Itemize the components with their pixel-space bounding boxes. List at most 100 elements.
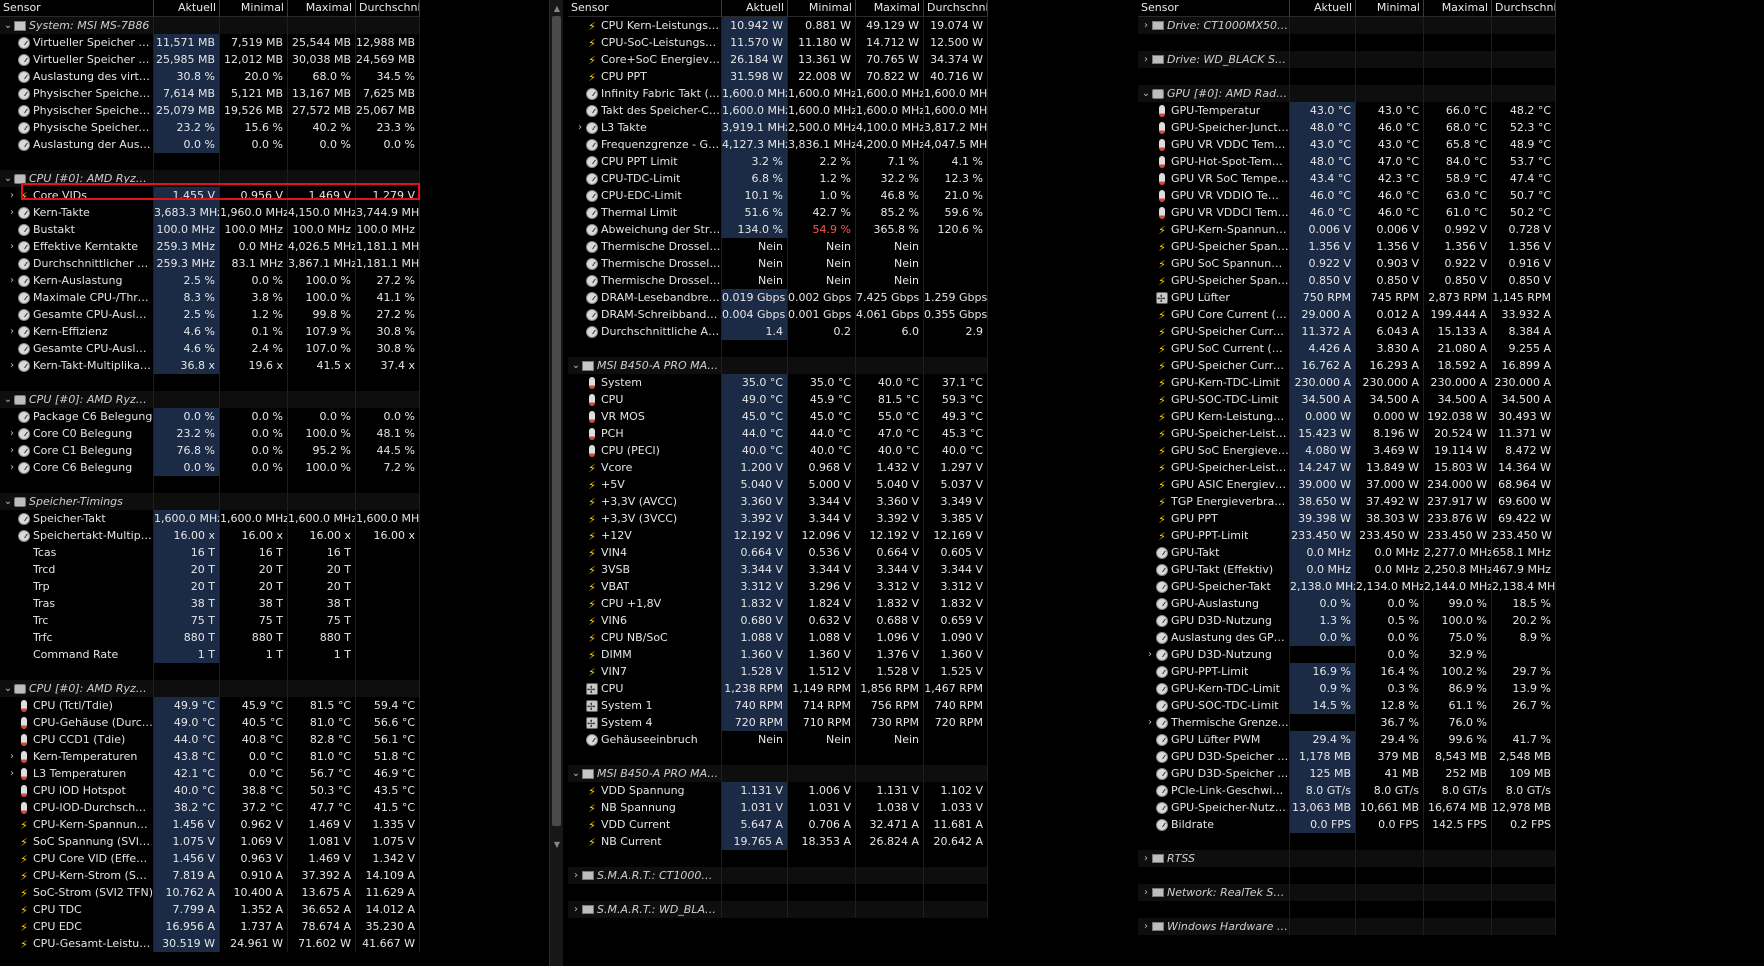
sensor-name-cell[interactable]: SoC-Strom (SVI2 TFN)	[0, 884, 154, 901]
sensor-row[interactable]: Tras 38 T 38 T 38 T	[0, 595, 420, 612]
sensor-name-cell[interactable]: › Drive: CT1000MX500SS...	[1138, 17, 1290, 34]
sensor-name-cell[interactable]: NB Spannung	[568, 799, 722, 816]
sensor-name-cell[interactable]: › Core C6 Belegung	[0, 459, 154, 476]
sensor-row[interactable]: CPU-Gehäuse (Durchsch...49.0 °C40.5 °C81…	[0, 714, 420, 731]
sensor-row[interactable]: GPU-Speicher-Nutzung 13,063 MB 10,661 MB 16…	[1138, 799, 1556, 816]
sensor-group-row[interactable]: ⌄ Speicher-Timings	[0, 493, 420, 510]
sensor-name-cell[interactable]: Thermische Drosselung (...	[568, 272, 722, 289]
column-header-durchschnitt[interactable]: Durchschnitt	[1492, 0, 1556, 16]
column-header-aktuell[interactable]: Aktuell	[1290, 0, 1356, 16]
sensor-row[interactable]: VBAT3.312 V3.296 V3.312 V3.312 V	[568, 578, 988, 595]
sensor-row[interactable]: GPU D3D-Speicher dedizi...1,178 MB379 MB…	[1138, 748, 1556, 765]
sensor-row[interactable]: GPU-SOC-TDC-Limit 14.5 % 12.8 % 61.1 % 26.7 …	[1138, 697, 1556, 714]
sensor-row[interactable]: Speicher-Takt 1,600.0 MHz 1,600.0 MHz 1,600…	[0, 510, 420, 527]
sensor-group-row[interactable]: ⌄ CPU [#0]: AMD Ryzen 5 ...	[0, 680, 420, 697]
sensor-name-cell[interactable]: SoC Spannung (SVI2 TFN)	[0, 833, 154, 850]
sensor-name-cell[interactable]: GPU-Kern-Spannung (VD...	[1138, 221, 1290, 238]
sensor-name-cell[interactable]: › L3 Temperaturen	[0, 765, 154, 782]
sensor-row[interactable]: System 1740 RPM714 RPM756 RPM740 RPM	[568, 697, 988, 714]
collapse-chevron-icon[interactable]: ⌄	[2, 391, 14, 408]
column-header-durchschnitt[interactable]: Durchschnitt	[924, 0, 988, 16]
column-header-aktuell[interactable]: Aktuell	[722, 0, 788, 16]
sensor-name-cell[interactable]: CPU-SoC-Leistungsaufn...	[568, 34, 722, 51]
sensor-row[interactable]: CPU EDC 16.956 A1.737 A78.674 A35.230 A	[0, 918, 420, 935]
sensor-name-cell[interactable]: Command Rate	[0, 646, 154, 663]
expand-chevron-icon[interactable]: ›	[1140, 918, 1152, 935]
sensor-name-cell[interactable]: › Windows Hardware Erro...	[1138, 918, 1290, 935]
sensor-name-cell[interactable]: Durchschnittliche Anzahl ...	[568, 323, 722, 340]
column-header-maximal[interactable]: Maximal	[288, 0, 356, 16]
sensor-name-cell[interactable]: VIN7	[568, 663, 722, 680]
sensor-name-cell[interactable]: CPU Core VID (Effective)	[0, 850, 154, 867]
sensor-row[interactable]: Durchschnittliche Anzahl ...1.40.26.02.9	[568, 323, 988, 340]
scroll-thumb[interactable]	[552, 16, 561, 826]
sensor-name-cell[interactable]: CPU PPT	[568, 68, 722, 85]
sensor-group-row[interactable]: ⌄ GPU [#0]: AMD Radeon ...	[1138, 85, 1556, 102]
sensor-name-cell[interactable]: CPU (Tctl/Tdie)	[0, 697, 154, 714]
expand-chevron-icon[interactable]: ›	[6, 357, 18, 374]
sensor-name-cell[interactable]: GPU SoC Energieverbrau...	[1138, 442, 1290, 459]
sensor-row[interactable]: GPU-SOC-TDC-Limit34.500 A34.500 A34.500 …	[1138, 391, 1556, 408]
expand-chevron-icon[interactable]: ›	[6, 442, 18, 459]
sensor-name-cell[interactable]: GPU Lüfter PWM	[1138, 731, 1290, 748]
sensor-name-cell[interactable]: Speicher-Takt	[0, 510, 154, 527]
column-header-maximal[interactable]: Maximal	[856, 0, 924, 16]
collapse-chevron-icon[interactable]: ⌄	[2, 170, 14, 187]
sensor-row[interactable]: Tcas 16 T 16 T 16 T	[0, 544, 420, 561]
sensor-row[interactable]: GPU-Takt 0.0 MHz 0.0 MHz 2,277.0 MHz 658.1 M…	[1138, 544, 1556, 561]
collapse-chevron-icon[interactable]: ⌄	[2, 680, 14, 697]
sensor-name-cell[interactable]: GPU VR VDDCI Temperatur	[1138, 204, 1290, 221]
sensor-row[interactable]: Gesamte CPU-Auslastung4.6 %2.4 %107.0 %3…	[0, 340, 420, 357]
column-header-minimal[interactable]: Minimal	[788, 0, 856, 16]
sensor-name-cell[interactable]: Gesamte CPU-Auslastung	[0, 340, 154, 357]
sensor-row[interactable]: GPU SoC Energieverbrau...4.080 W3.469 W1…	[1138, 442, 1556, 459]
sensor-name-cell[interactable]: GPU-Auslastung	[1138, 595, 1290, 612]
sensor-row[interactable]: Thermische Drosselung (...NeinNeinNein	[568, 272, 988, 289]
sensor-name-cell[interactable]: CPU PPT Limit	[568, 153, 722, 170]
sensor-name-cell[interactable]: › Effektive Kerntakte	[0, 238, 154, 255]
sensor-name-cell[interactable]: 3VSB	[568, 561, 722, 578]
sensor-name-cell[interactable]: GPU ASIC Energieverbra...	[1138, 476, 1290, 493]
expand-chevron-icon[interactable]: ›	[6, 748, 18, 765]
sensor-row[interactable]: GPU Core Current (VDD...29.000 A0.012 A1…	[1138, 306, 1556, 323]
sensor-row[interactable]: GPU-Kern-TDC-Limit230.000 A230.000 A230.…	[1138, 374, 1556, 391]
sensor-row[interactable]: CPU-IOD-Durchschnitt 38.2 °C 37.2 °C 47.7 °…	[0, 799, 420, 816]
column-header-minimal[interactable]: Minimal	[220, 0, 288, 16]
sensor-name-cell[interactable]: Maximale CPU-/Thread-...	[0, 289, 154, 306]
sensor-name-cell[interactable]: › Kern-Effizienz	[0, 323, 154, 340]
sensor-name-cell[interactable]: GPU Core Current (VDD...	[1138, 306, 1290, 323]
sensor-row[interactable]: Bildrate 0.0 FPS 0.0 FPS 142.5 FPS 0.2 FPS	[1138, 816, 1556, 833]
sensor-name-cell[interactable]: CPU EDC	[0, 918, 154, 935]
sensor-row[interactable]: +5V5.040 V5.000 V5.040 V5.037 V	[568, 476, 988, 493]
sensor-name-cell[interactable]: Auslastung des GPU-Spe...	[1138, 629, 1290, 646]
expand-chevron-icon[interactable]: ›	[1144, 646, 1156, 663]
sensor-name-cell[interactable]: GPU-Takt (Effektiv)	[1138, 561, 1290, 578]
sensor-row[interactable]: Bustakt 100.0 MHz 100.0 MHz 100.0 MHz 100.0 …	[0, 221, 420, 238]
column-header-durchschnitt[interactable]: Durchschnitt	[356, 0, 420, 16]
sensor-name-cell[interactable]: Speichertakt-Multiplikator	[0, 527, 154, 544]
column-header-sensor[interactable]: Sensor	[0, 0, 154, 16]
sensor-row[interactable]: › Core C0 Belegung 23.2 % 0.0 % 100.0 % 48.1 …	[0, 425, 420, 442]
sensor-row[interactable]: CPU (PECI) 40.0 °C 40.0 °C 40.0 °C 40.0 °C	[568, 442, 988, 459]
sensor-panel-2[interactable]: SensorAktuellMinimalMaximalDurchschnittC…	[568, 0, 988, 966]
sensor-name-cell[interactable]: +5V	[568, 476, 722, 493]
sensor-name-cell[interactable]: › GPU D3D-Nutzung	[1138, 646, 1290, 663]
sensor-row[interactable]: GPU SoC Current (VDDC...4.426 A3.830 A21…	[1138, 340, 1556, 357]
sensor-name-cell[interactable]: GPU PPT	[1138, 510, 1290, 527]
sensor-name-cell[interactable]: GPU D3D-Nutzung	[1138, 612, 1290, 629]
sensor-name-cell[interactable]: VDD Current	[568, 816, 722, 833]
sensor-name-cell[interactable]: › Kern-Temperaturen	[0, 748, 154, 765]
sensor-name-cell[interactable]: Thermische Drosselung (...	[568, 238, 722, 255]
collapse-chevron-icon[interactable]: ⌄	[570, 357, 582, 374]
sensor-name-cell[interactable]: DRAM-Schreibbandbreite	[568, 306, 722, 323]
sensor-row[interactable]: › Core VIDs 1.455 V0.956 V1.469 V1.279 V	[0, 187, 420, 204]
sensor-row[interactable]: › Thermische Grenzen ... 36.7 % 76.0 %	[1138, 714, 1556, 731]
sensor-group-row[interactable]: › Drive: CT1000MX500SS...	[1138, 17, 1556, 34]
sensor-row[interactable]: Trfc 880 T 880 T 880 T	[0, 629, 420, 646]
sensor-name-cell[interactable]: Physischer Speicher ver...	[0, 85, 154, 102]
sensor-row[interactable]: GPU Lüfter PWM 29.4 % 29.4 % 99.6 % 41.7 %	[1138, 731, 1556, 748]
sensor-row[interactable]: +3,3V (AVCC)3.360 V3.344 V3.360 V3.349 V	[568, 493, 988, 510]
sensor-row[interactable]: GPU D3D-Speicher dyna...125 MB41 MB252 M…	[1138, 765, 1556, 782]
sensor-row[interactable]: Virtueller Speicher zuge...11,571 MB7,51…	[0, 34, 420, 51]
sensor-name-cell[interactable]: Trp	[0, 578, 154, 595]
